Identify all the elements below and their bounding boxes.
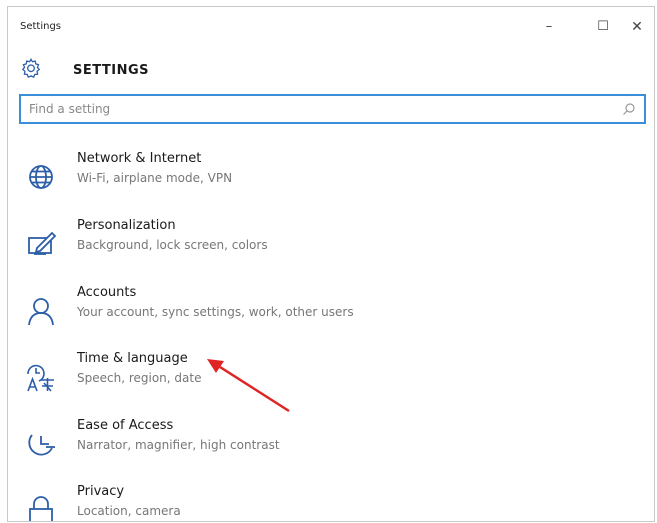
search-input[interactable]: [29, 100, 589, 118]
maximize-button[interactable]: ☐: [592, 16, 614, 38]
globe-icon: [29, 165, 53, 189]
title-bar[interactable]: Settings – ☐ ✕: [8, 7, 654, 41]
category-name: Accounts: [77, 285, 137, 300]
category-personalization[interactable]: Personalization Background, lock screen,…: [19, 215, 646, 273]
search-box[interactable]: [19, 94, 646, 124]
category-description: Location, camera: [77, 504, 181, 518]
category-name: Privacy: [77, 484, 125, 499]
category-description: Your account, sync settings, work, other…: [77, 305, 354, 319]
personalization-icon: [28, 231, 57, 255]
category-description: Speech, region, date: [77, 371, 202, 385]
category-name: Time & language: [77, 351, 188, 366]
category-privacy[interactable]: Privacy Location, camera: [19, 481, 646, 521]
category-description: Background, lock screen, colors: [77, 238, 268, 252]
lock-icon: [29, 496, 53, 521]
minimize-button[interactable]: –: [538, 16, 560, 38]
category-network-internet[interactable]: Network & Internet Wi-Fi, airplane mode,…: [19, 148, 646, 206]
category-ease-of-access[interactable]: Ease of Access Narrator, magnifier, high…: [19, 415, 646, 473]
time-language-icon: [27, 364, 54, 392]
category-accounts[interactable]: Accounts Your account, sync settings, wo…: [19, 282, 646, 340]
category-description: Narrator, magnifier, high contrast: [77, 438, 280, 452]
settings-window: Settings – ☐ ✕ SETTINGS Netw: [7, 6, 655, 522]
category-time-language[interactable]: Time & language Speech, region, date: [19, 348, 646, 406]
page-title: SETTINGS: [73, 63, 150, 78]
search-icon[interactable]: [622, 102, 636, 116]
window-title: Settings: [20, 21, 62, 32]
gear-icon: [21, 58, 41, 79]
category-description: Wi-Fi, airplane mode, VPN: [77, 171, 233, 185]
close-button[interactable]: ✕: [626, 16, 648, 38]
category-name: Ease of Access: [77, 418, 174, 433]
category-name: Network & Internet: [77, 151, 202, 166]
person-icon: [28, 298, 54, 326]
ease-of-access-icon: [28, 434, 55, 456]
category-name: Personalization: [77, 218, 176, 233]
